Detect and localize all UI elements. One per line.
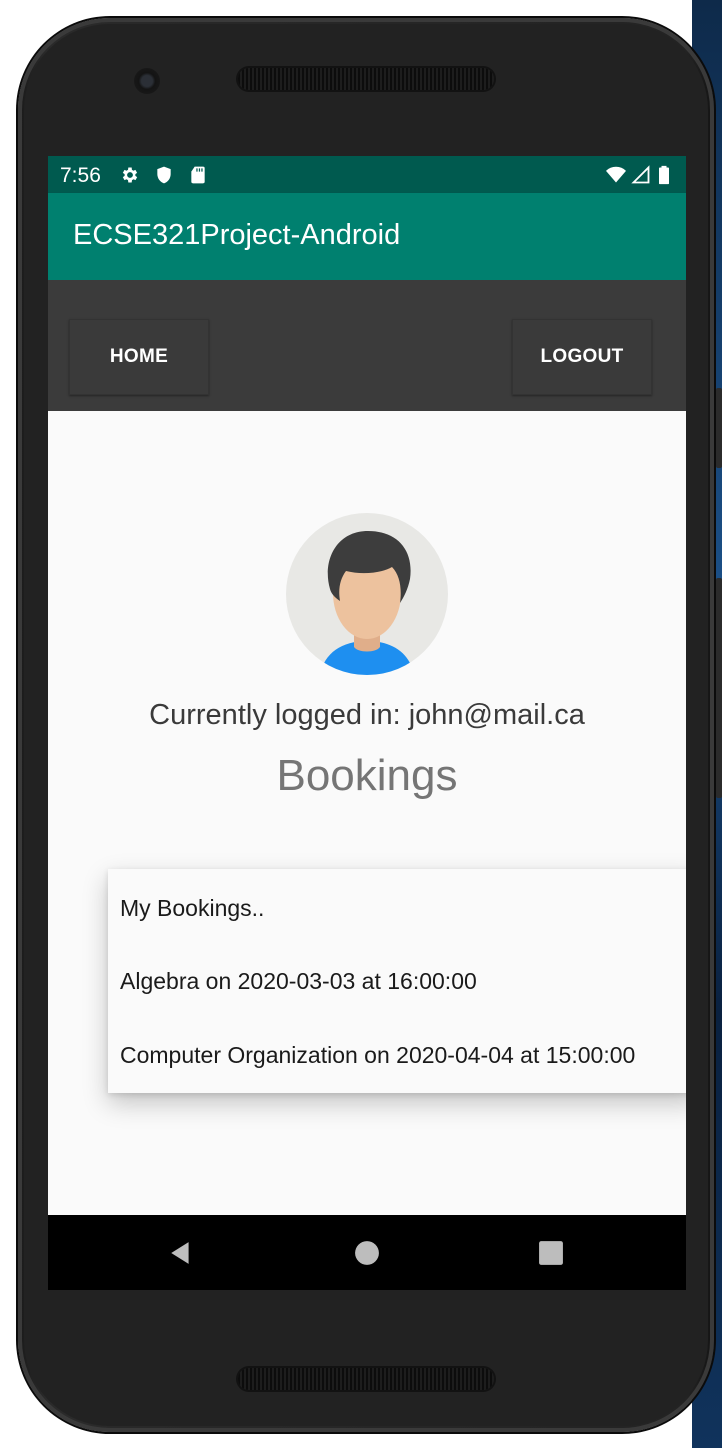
- signal-icon: [631, 165, 650, 184]
- back-icon[interactable]: [168, 1240, 194, 1266]
- status-time: 7:56: [60, 164, 101, 187]
- home-circle-icon[interactable]: [354, 1240, 380, 1266]
- app-bar: ECSE321Project-Android: [48, 193, 686, 280]
- bookings-heading: Bookings: [276, 751, 458, 800]
- front-camera: [134, 68, 160, 94]
- recents-icon[interactable]: [538, 1240, 564, 1266]
- action-toolbar: HOME LOGOUT: [48, 280, 686, 411]
- system-nav-bar: [48, 1215, 686, 1290]
- main-content: Currently logged in: john@mail.ca Bookin…: [48, 411, 686, 1215]
- shield-icon: [157, 166, 171, 184]
- logout-button[interactable]: LOGOUT: [512, 319, 652, 395]
- sd-card-icon: [191, 166, 205, 184]
- list-item: Algebra on 2020-03-03 at 16:00:00: [120, 968, 477, 994]
- battery-icon: [659, 165, 669, 185]
- bottom-speaker: [238, 1368, 494, 1390]
- volume-button: [716, 578, 722, 798]
- list-item: My Bookings..: [120, 895, 265, 921]
- power-button: [716, 388, 722, 468]
- bookings-card: My Bookings.. Algebra on 2020-03-03 at 1…: [108, 869, 686, 1093]
- list-item: Computer Organization on 2020-04-04 at 1…: [120, 1042, 636, 1068]
- user-avatar-icon: [286, 513, 448, 675]
- wifi-icon: [606, 166, 626, 183]
- home-button[interactable]: HOME: [69, 319, 209, 395]
- app-title: ECSE321Project-Android: [73, 219, 401, 251]
- device-screen: 7:56 ECSE321Project-Android HOME LOGOUT: [48, 156, 686, 1290]
- logged-in-status: Currently logged in: john@mail.ca: [149, 699, 585, 731]
- top-speaker: [238, 68, 494, 90]
- gear-icon: [122, 167, 138, 183]
- status-bar: 7:56: [48, 156, 686, 193]
